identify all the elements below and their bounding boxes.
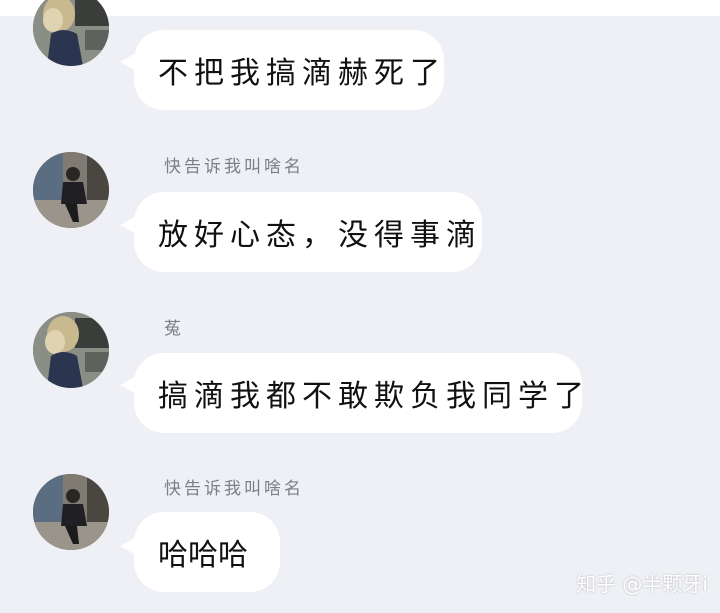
avatar[interactable] [33,474,109,550]
message-bubble[interactable]: 搞滴我都不敢欺负我同学了 [134,353,584,433]
avatar[interactable] [33,152,109,228]
boy-avatar-icon [33,474,109,550]
girl-avatar-icon [33,312,109,388]
chat-conversation[interactable]: 不把我搞滴赫死了 快告诉我叫啥名 放好心态，没得事滴 菟 搞滴我都不敢欺负我同学… [0,0,720,613]
sender-name: 快告诉我叫啥名 [164,479,304,499]
message-bubble[interactable]: 放好心态，没得事滴 [134,192,482,272]
message-text: 不把我搞滴赫死了 [158,56,446,91]
message-bubble[interactable]: 不把我搞滴赫死了 [134,30,444,110]
message-text: 搞滴我都不敢欺负我同学了 [158,379,590,414]
avatar[interactable] [33,0,109,66]
boy-avatar-icon [33,152,109,228]
message-text: 哈哈哈 [158,538,248,573]
message-bubble[interactable]: 哈哈哈 [134,512,280,592]
girl-avatar-icon [33,0,109,66]
sender-name: 菟 [164,319,184,339]
watermark: 知乎 @半颗牙i [576,572,708,596]
sender-name: 快告诉我叫啥名 [164,157,304,177]
avatar[interactable] [33,312,109,388]
message-text: 放好心态，没得事滴 [158,218,482,253]
